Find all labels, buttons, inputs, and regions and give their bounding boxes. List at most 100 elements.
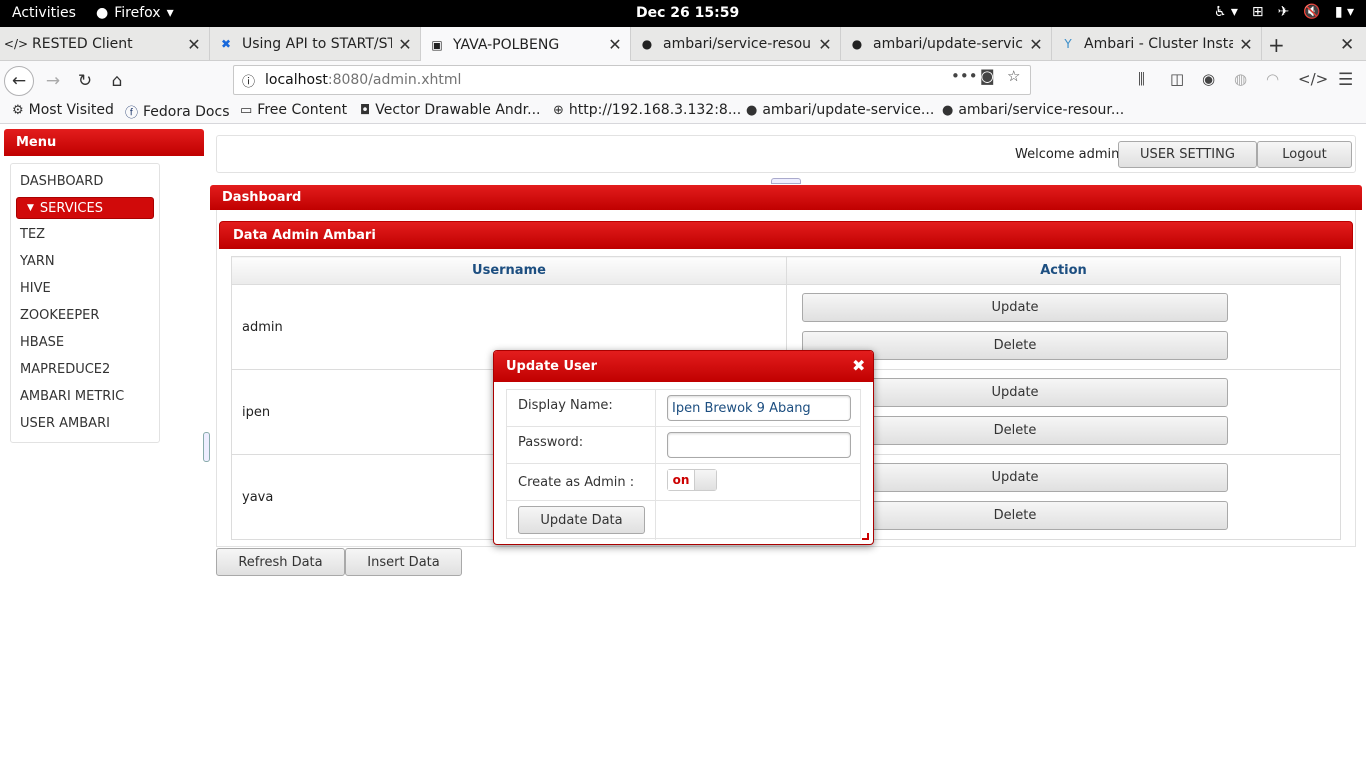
airplane-icon[interactable]: ✈ (1278, 4, 1290, 20)
url-bar[interactable]: ⓘ localhost:8080/admin.xhtml (233, 65, 1031, 95)
tab-using-api[interactable]: ✖ Using API to START/ST ✕ (210, 27, 421, 61)
close-window-icon[interactable]: ✕ (1340, 35, 1354, 55)
close-icon[interactable]: ✕ (1029, 35, 1043, 54)
sidebar-item-hbase[interactable]: HBASE (20, 335, 64, 350)
activities-button[interactable]: Activities (12, 5, 76, 21)
gear-icon: ⚙ (12, 102, 24, 118)
create-admin-label: Create as Admin : (518, 475, 635, 490)
sidebar-item-mapreduce2[interactable]: MAPREDUCE2 (20, 362, 110, 377)
update-data-button[interactable]: Update Data (518, 506, 645, 534)
admin-toggle-switch[interactable]: on (667, 469, 717, 491)
tab-title: ambari/update-service (873, 36, 1023, 52)
bookmark-label: Most Visited (28, 102, 114, 118)
extension-icon[interactable]: ◠ (1266, 70, 1279, 88)
form-row-admin: Create as Admin : on (507, 464, 860, 501)
update-button[interactable]: Update (802, 293, 1228, 322)
close-icon[interactable]: ✕ (398, 35, 412, 54)
close-icon[interactable]: ✕ (1239, 35, 1253, 54)
sidebar-item-user-ambari[interactable]: USER AMBARI (20, 416, 110, 431)
close-icon[interactable]: ✕ (187, 35, 201, 54)
pocket-icon[interactable]: ◙ (980, 67, 995, 85)
tab-ambari-cluster-install[interactable]: Y Ambari - Cluster Instal ✕ (1052, 27, 1262, 61)
close-icon[interactable]: ✕ (608, 35, 622, 54)
hamburger-menu-icon[interactable]: ☰ (1338, 70, 1353, 90)
confluence-icon: ✖ (220, 37, 232, 51)
bookmark-label: Fedora Docs (143, 103, 230, 120)
library-icon[interactable]: ⫼ (1138, 70, 1145, 88)
github-icon: ● (851, 37, 863, 51)
close-icon[interactable]: ✕ (818, 35, 832, 54)
sidebar-item-dashboard[interactable]: DASHBOARD (20, 174, 103, 189)
sidebar-toggle-icon[interactable]: ◫ (1170, 70, 1184, 88)
bookmark-ambari-update-service[interactable]: ● ambari/update-service... (746, 102, 934, 118)
form-row-submit: Update Data (507, 501, 860, 539)
accessibility-icon[interactable]: ♿ ▾ (1214, 4, 1238, 20)
sidebar-item-hive[interactable]: HIVE (20, 281, 51, 296)
globe-extension-icon[interactable]: ◍ (1234, 70, 1247, 88)
sidebar-item-yarn[interactable]: YARN (20, 254, 55, 269)
tab-title: RESTED Client (32, 36, 133, 52)
page-actions-icon[interactable]: ••• (951, 67, 978, 85)
sidebar-item-services[interactable]: ▼ SERVICES (16, 197, 154, 219)
system-tray[interactable]: ♿ ▾ ⊞ ✈ 🔇 ▮ ▾ (1214, 4, 1354, 20)
user-setting-button[interactable]: USER SETTING (1118, 141, 1257, 168)
table-header-row: Username Action (231, 256, 1341, 285)
tab-rested-client[interactable]: </> RESTED Client ✕ (0, 27, 210, 61)
forward-arrow-icon[interactable]: → (38, 66, 68, 96)
bookmark-fedora-docs[interactable]: ⓕ Fedora Docs (125, 102, 230, 122)
dialog-title: Update User (506, 359, 598, 374)
menu-title: Menu (16, 135, 57, 150)
tab-yava-polbeng[interactable]: ▣ YAVA-POLBENG ✕ (421, 27, 631, 62)
bookmark-vector-drawable[interactable]: ◘ Vector Drawable Andr... (360, 102, 541, 118)
github-icon: ● (641, 37, 653, 51)
password-label: Password: (518, 435, 584, 450)
back-arrow-icon[interactable]: ← (4, 66, 34, 96)
column-header-action[interactable]: Action (786, 256, 1341, 285)
devtools-icon[interactable]: </> (1298, 70, 1328, 88)
bookmark-ambari-service-resource[interactable]: ● ambari/service-resour... (942, 102, 1124, 118)
sidebar-item-ambari-metric[interactable]: AMBARI METRIC (20, 389, 124, 404)
sidebar-item-zookeeper[interactable]: ZOOKEEPER (20, 308, 99, 323)
bookmark-most-visited[interactable]: ⚙ Most Visited (12, 102, 114, 118)
battery-icon[interactable]: ▮ ▾ (1335, 4, 1354, 20)
globe-icon: ⊕ (553, 102, 564, 118)
reload-icon[interactable]: ↻ (70, 66, 100, 96)
dashboard-title: Dashboard (222, 190, 302, 205)
volume-muted-icon[interactable]: 🔇 (1303, 4, 1320, 20)
clock[interactable]: Dec 26 15:59 (636, 5, 739, 21)
toggle-knob (694, 470, 716, 490)
new-tab-plus-icon[interactable]: + (1268, 33, 1285, 57)
ambari-icon: Y (1064, 37, 1072, 51)
bookmark-ip-address[interactable]: ⊕ http://192.168.3.132:8... (553, 102, 741, 118)
header-collapse-handle[interactable] (771, 178, 801, 184)
toggle-on-label: on (668, 470, 694, 490)
dialog-titlebar[interactable]: Update User (494, 351, 873, 382)
sidebar-item-label: SERVICES (39, 200, 103, 216)
form-row-password: Password: (507, 427, 860, 464)
account-icon[interactable]: ◉ (1202, 70, 1215, 88)
logout-button[interactable]: Logout (1257, 141, 1352, 168)
insert-data-button[interactable]: Insert Data (345, 548, 462, 576)
refresh-data-button[interactable]: Refresh Data (216, 548, 345, 576)
tab-ambari-service-resource[interactable]: ● ambari/service-resour ✕ (631, 27, 841, 61)
firefox-icon: ● (96, 5, 109, 21)
menu-header: Menu (4, 129, 204, 156)
code-icon: </> (3, 37, 29, 51)
network-icon[interactable]: ⊞ (1252, 4, 1264, 20)
sidebar-collapse-handle[interactable] (203, 432, 210, 462)
close-icon[interactable]: ✖ (852, 356, 865, 375)
resize-grip-icon[interactable] (862, 533, 869, 540)
sidebar-item-tez[interactable]: TEZ (20, 227, 45, 242)
star-bookmark-icon[interactable]: ☆ (1007, 67, 1020, 85)
folder-icon: ▭ (240, 102, 253, 118)
form-row-display-name: Display Name: (507, 390, 860, 427)
app-menu[interactable]: ● Firefox ▾ (96, 5, 174, 21)
password-input[interactable] (667, 432, 851, 458)
bookmark-label: ambari/update-service... (762, 102, 935, 118)
bookmark-free-content[interactable]: ▭ Free Content (240, 102, 347, 118)
column-header-username[interactable]: Username (231, 256, 787, 285)
tab-ambari-update-service[interactable]: ● ambari/update-service ✕ (841, 27, 1052, 61)
home-icon[interactable]: ⌂ (102, 66, 132, 96)
display-name-input[interactable] (667, 395, 851, 421)
info-icon[interactable]: ⓘ (242, 71, 255, 90)
